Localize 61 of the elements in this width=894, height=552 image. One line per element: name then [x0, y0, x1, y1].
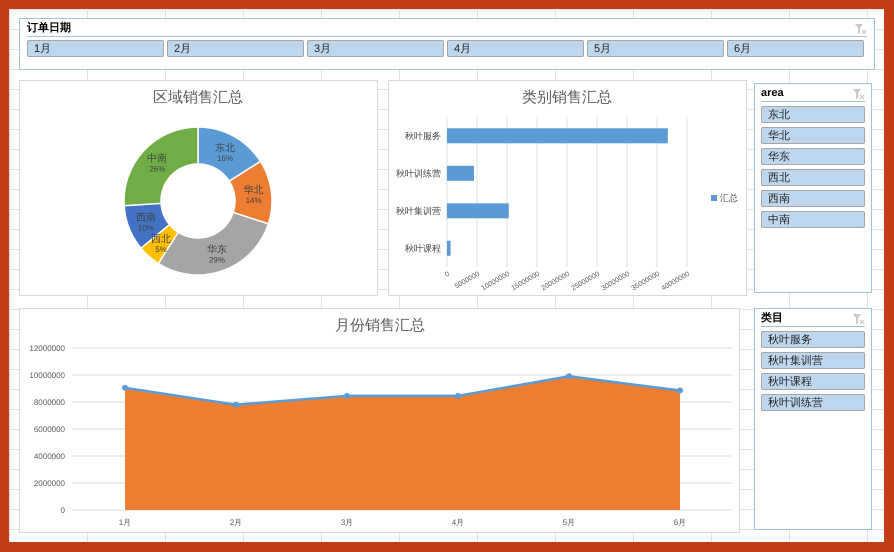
slice-percent: 14%: [246, 196, 262, 205]
slicer-item[interactable]: 中南: [761, 211, 865, 228]
slice-percent: 29%: [209, 256, 225, 265]
axis-tick-label: 2月: [230, 518, 242, 527]
axis-tick-label: 0: [60, 506, 65, 515]
axis-tick-label: 4000000: [34, 452, 65, 461]
slice-percent: 26%: [149, 164, 166, 174]
slicer-item[interactable]: 1月: [27, 40, 164, 57]
axis-tick-label: 12000000: [29, 344, 65, 353]
point: [677, 388, 683, 394]
axis-tick-label: 2000000: [34, 479, 65, 488]
slicer-item[interactable]: 东北: [761, 106, 865, 123]
slicer-title: 订单日期: [27, 20, 71, 36]
chart-title: 区域销售汇总: [153, 90, 243, 106]
legend-label: 汇总: [720, 193, 738, 203]
chart-title: 月份销售汇总: [335, 318, 425, 334]
slicer-item[interactable]: 5月: [587, 40, 724, 57]
axis-tick-label: 6000000: [34, 425, 65, 434]
point: [233, 402, 239, 408]
category-label: 秋叶服务: [405, 130, 441, 141]
slicer-item[interactable]: 华东: [761, 148, 865, 165]
axis-tick-label: 3月: [340, 518, 354, 527]
slicer-item[interactable]: 6月: [727, 40, 864, 57]
clear-filter-icon[interactable]: [852, 312, 865, 324]
slicer-item[interactable]: 秋叶训练营: [761, 394, 865, 411]
clear-filter-icon[interactable]: [854, 22, 867, 34]
slicer-item[interactable]: 4月: [447, 40, 584, 57]
slice-label: 西北: [151, 234, 171, 245]
category-label: 秋叶课程: [405, 243, 441, 254]
slice-label: 西南: [136, 212, 156, 224]
slicer-item[interactable]: 西南: [761, 190, 865, 207]
point: [122, 384, 128, 391]
point: [566, 373, 572, 380]
axis-tick-label: 8000000: [34, 398, 65, 407]
axis-tick-label: 4月: [452, 518, 464, 527]
axis-tick-label: 1月: [118, 518, 132, 527]
slicer-title: 类目: [761, 310, 783, 326]
slicer-item[interactable]: 华北: [761, 127, 865, 144]
slicer-item[interactable]: 秋叶集训营: [761, 352, 865, 369]
slice-percent: 10%: [138, 224, 154, 233]
point: [455, 392, 461, 399]
slicer-item[interactable]: 3月: [307, 40, 444, 57]
slicer-item[interactable]: 2月: [167, 40, 304, 57]
slice-label: 华东: [207, 244, 227, 256]
slicer-item[interactable]: 西北: [761, 169, 865, 186]
axis-tick-label: 6月: [674, 518, 686, 527]
slicer-item[interactable]: 秋叶课程: [761, 373, 865, 390]
slice-percent: 5%: [155, 245, 167, 254]
clear-filter-icon[interactable]: [852, 88, 865, 100]
category-label: 秋叶集训营: [396, 206, 441, 216]
slice-label: 华北: [244, 185, 264, 196]
axis-tick-label: 10000000: [29, 371, 65, 380]
slice-percent: 16%: [217, 154, 233, 163]
slice-label: 中南: [147, 154, 168, 165]
axis-tick-label: 5月: [562, 518, 576, 527]
chart-title: 类别销售汇总: [522, 90, 612, 106]
slice-label: 东北: [215, 142, 235, 154]
slicer-title: area: [761, 86, 784, 102]
slicer-item[interactable]: 秋叶服务: [761, 331, 865, 348]
category-label: 秋叶训练营: [396, 168, 441, 178]
point: [344, 392, 350, 399]
